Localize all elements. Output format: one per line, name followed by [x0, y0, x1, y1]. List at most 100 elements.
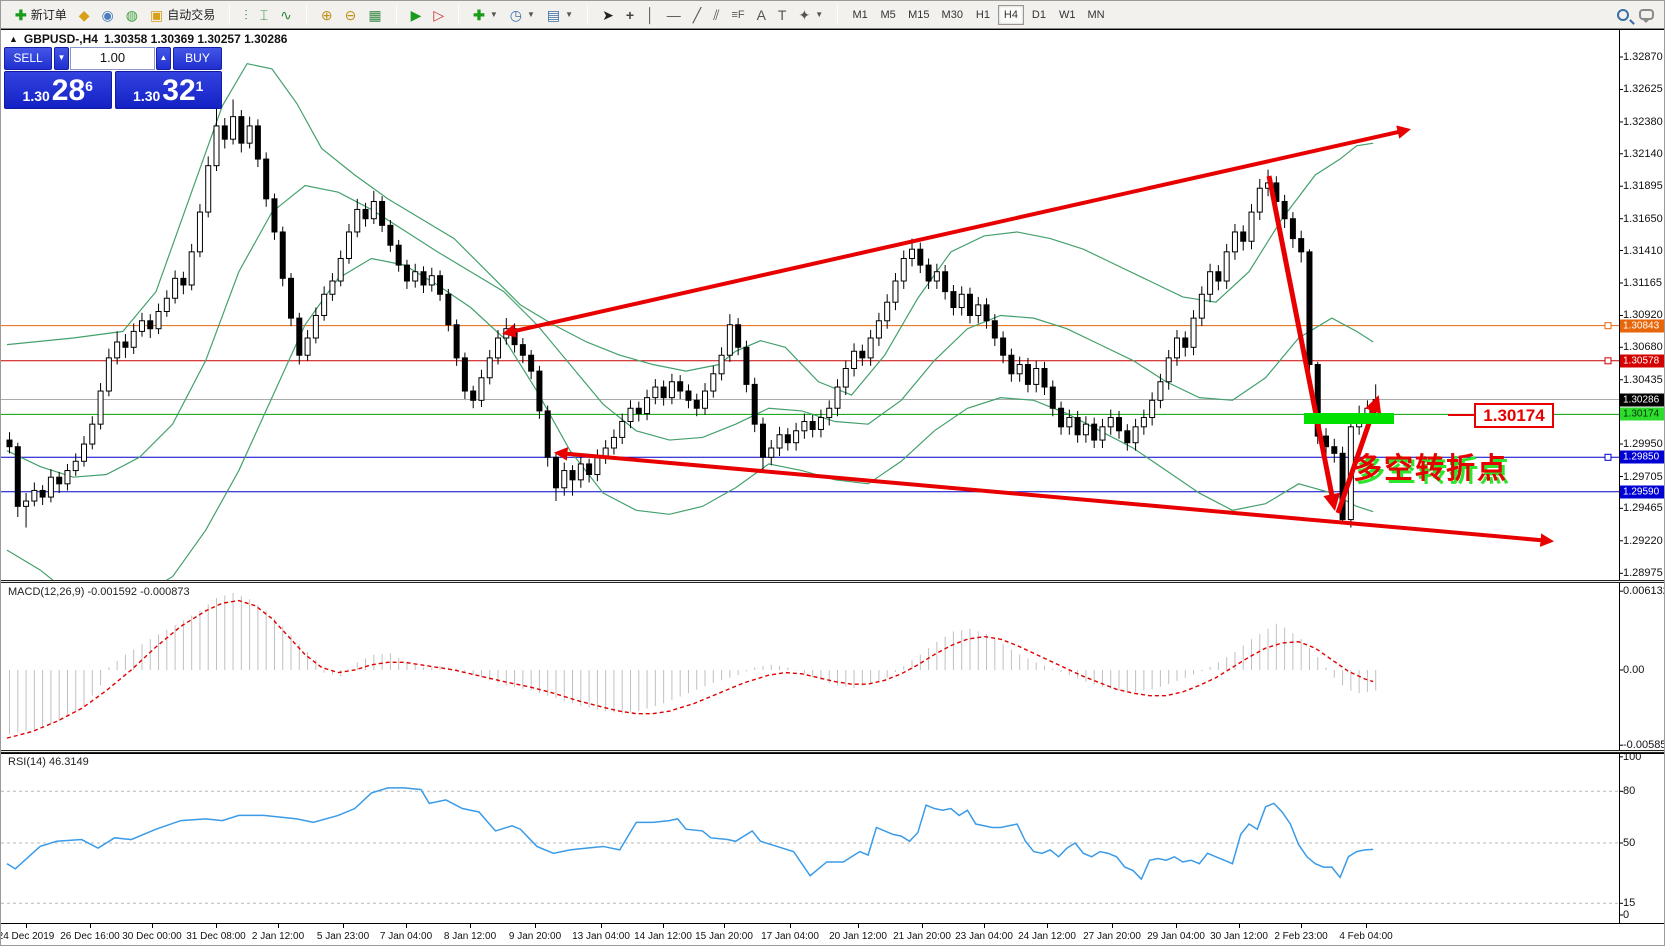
candle-body	[82, 444, 87, 461]
candle-body	[280, 232, 285, 278]
profile-button[interactable]: ◉	[97, 4, 119, 26]
chat-icon[interactable]	[1639, 9, 1654, 20]
chevron-down-icon: ▼	[527, 10, 535, 19]
candle-body	[247, 126, 252, 143]
periods-dropdown[interactable]: ◷▼	[505, 4, 540, 26]
text-label-tool-button[interactable]: T	[773, 4, 792, 26]
price-tick-label: 1.29465	[1623, 502, 1663, 514]
line-handle[interactable]	[1605, 358, 1611, 364]
line-chart-mode-button[interactable]: ∿	[275, 4, 297, 26]
timeframe-m30[interactable]: M30	[937, 5, 968, 25]
candle-body	[678, 382, 683, 391]
collapse-triangle-icon[interactable]: ▲	[9, 34, 18, 44]
timeframe-d1[interactable]: D1	[1026, 5, 1052, 25]
market-watch-button[interactable]: ◆	[74, 4, 95, 26]
time-tick	[535, 924, 536, 928]
time-label: 17 Jan 04:00	[761, 931, 819, 942]
new-order-icon: ✚	[15, 8, 27, 22]
candle-body	[1042, 368, 1047, 387]
candle-body	[272, 199, 277, 232]
vertical-line-icon: │	[646, 8, 655, 22]
zoom-in-icon: ⊕	[321, 8, 333, 22]
zoom-out-button[interactable]: ⊖	[340, 4, 362, 26]
sell-button[interactable]: SELL	[4, 47, 52, 70]
auto-scroll-button[interactable]: ▶	[406, 4, 427, 26]
one-click-trade-panel: SELL ▼ 1.00 ▲ BUY 1.30 28 6 1.30 32 1	[4, 47, 222, 110]
timeframe-m1[interactable]: M1	[847, 5, 873, 25]
candle-body	[736, 325, 741, 348]
fibonacci-tool-button[interactable]: ≡F	[726, 4, 749, 26]
time-tick	[922, 924, 923, 928]
time-axis[interactable]: 24 Dec 201926 Dec 16:0030 Dec 00:0031 De…	[1, 923, 1665, 946]
sell-price-button[interactable]: 1.30 28 6	[4, 71, 112, 109]
time-tick	[984, 924, 985, 928]
timeframe-h4[interactable]: H4	[998, 5, 1024, 25]
candle-body	[703, 391, 708, 408]
volume-decrease-button[interactable]: ▼	[54, 47, 69, 70]
tile-windows-button[interactable]: ▦	[363, 4, 386, 26]
price-chart-canvas[interactable]	[1, 29, 1665, 581]
time-tick	[1047, 924, 1048, 928]
shapes-dropdown[interactable]: ✦▼	[793, 4, 828, 26]
timeframe-mn[interactable]: MN	[1082, 5, 1109, 25]
candle-body	[1232, 232, 1237, 252]
line-handle[interactable]	[1605, 454, 1611, 460]
timeframe-h1[interactable]: H1	[970, 5, 996, 25]
candle-body	[471, 391, 476, 400]
time-label: 24 Jan 12:00	[1018, 931, 1076, 942]
candle-body	[553, 457, 558, 487]
buy-button[interactable]: BUY	[173, 47, 222, 70]
time-tick	[724, 924, 725, 928]
price-annotation-box[interactable]: 1.30174	[1474, 403, 1554, 428]
indicators-dropdown[interactable]: ✚▼	[468, 4, 503, 26]
timeframe-w1[interactable]: W1	[1054, 5, 1081, 25]
tile-windows-icon: ▦	[368, 8, 381, 22]
candlestick-mode-button[interactable]: ⌶	[255, 4, 273, 26]
time-tick	[601, 924, 602, 928]
candle-body	[711, 374, 716, 391]
volume-input[interactable]: 1.00	[70, 47, 155, 70]
candle-body	[1025, 365, 1030, 385]
rsi-chart-canvas[interactable]	[1, 753, 1665, 923]
timeframe-m15[interactable]: M15	[903, 5, 934, 25]
candle-body	[1174, 338, 1179, 358]
volume-increase-button[interactable]: ▲	[156, 47, 171, 70]
macd-tick-label: 0.00	[1623, 664, 1644, 676]
candle-body	[984, 305, 989, 321]
bar-chart-mode-button[interactable]: ⫶	[239, 4, 253, 26]
candle-body	[363, 209, 368, 218]
candle-body	[1125, 431, 1130, 443]
channel-tool-button[interactable]: ⫽	[708, 4, 724, 26]
price-tick-label: 1.29950	[1623, 438, 1663, 450]
chart-shift-button[interactable]: ▷	[428, 4, 449, 26]
candle-body	[661, 387, 666, 398]
candle-body	[90, 424, 95, 444]
macd-chart-canvas[interactable]	[1, 583, 1665, 750]
candle-body	[73, 461, 78, 470]
turning-point-annotation[interactable]: 多空转折点	[1353, 445, 1508, 487]
time-tick	[1112, 924, 1113, 928]
trendline-tool-button[interactable]: ╱	[688, 4, 706, 26]
zoom-out-icon: ⊖	[345, 8, 357, 22]
templates-dropdown[interactable]: ▤▼	[542, 4, 578, 26]
zoom-in-button[interactable]: ⊕	[316, 4, 338, 26]
new-order-button[interactable]: ✚ 新订单	[10, 4, 72, 26]
time-label: 24 Dec 2019	[0, 931, 54, 942]
autotrade-button[interactable]: ▣ 自动交易	[145, 4, 220, 26]
crosshair-tool-button[interactable]: +	[621, 4, 639, 26]
cursor-tool-button[interactable]: ➤	[597, 4, 619, 26]
horizontal-line-tool-button[interactable]: —	[662, 4, 686, 26]
chevron-down-icon: ▼	[490, 10, 498, 19]
candle-body	[1282, 201, 1287, 218]
signals-button[interactable]: ◍	[121, 4, 143, 26]
buy-price-button[interactable]: 1.30 32 1	[115, 71, 223, 109]
timeframe-m5[interactable]: M5	[875, 5, 901, 25]
vertical-line-tool-button[interactable]: │	[641, 4, 660, 26]
support-highlight[interactable]	[1304, 413, 1394, 424]
price-tick-label: 1.31410	[1623, 245, 1663, 257]
signals-icon: ◍	[126, 8, 138, 22]
text-tool-button[interactable]: A	[752, 4, 771, 26]
search-icon[interactable]	[1617, 9, 1629, 21]
rsi-label: RSI(14) 46.3149	[8, 756, 89, 768]
line-handle[interactable]	[1605, 323, 1611, 329]
